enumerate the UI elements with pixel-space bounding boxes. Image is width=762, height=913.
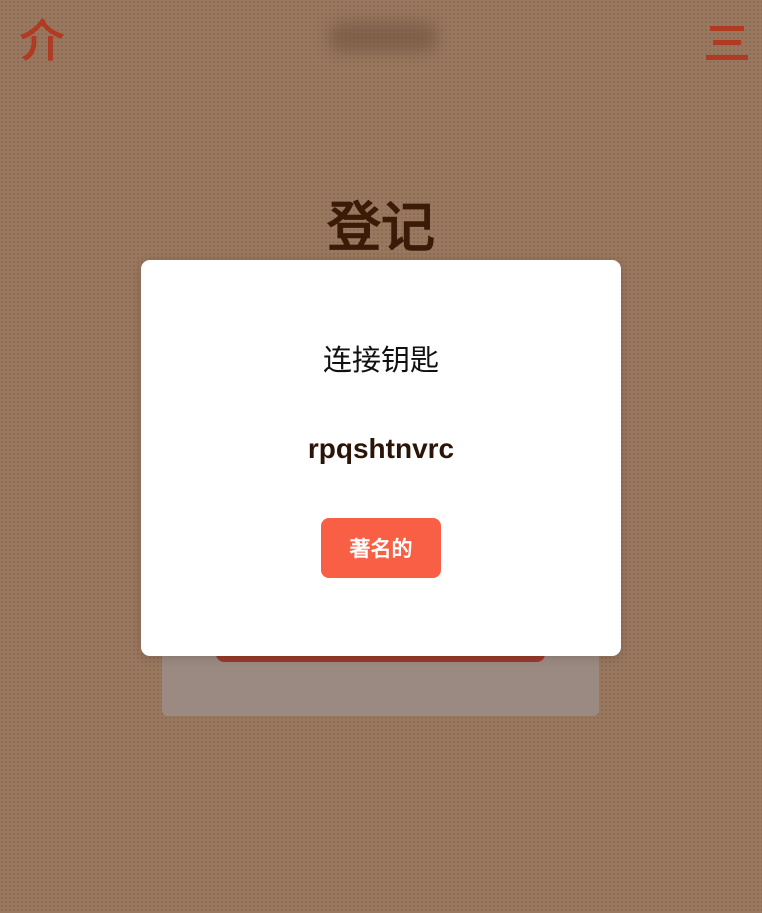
page-title: 登记	[327, 196, 435, 259]
hamburger-menu-icon[interactable]	[706, 26, 748, 62]
connection-key-value: rpqshtnvrc	[307, 433, 455, 464]
modal-title: 连接钥匙	[322, 343, 439, 377]
confirm-button[interactable]: 著名的	[321, 518, 441, 578]
logo-icon[interactable]: 介	[20, 16, 64, 68]
menu-line	[713, 40, 741, 45]
connection-key-modal: 连接钥匙 rpqshtnvrc 著名的	[141, 260, 621, 656]
menu-line	[710, 26, 744, 31]
menu-line	[706, 55, 748, 60]
blurred-header-text	[328, 22, 438, 52]
